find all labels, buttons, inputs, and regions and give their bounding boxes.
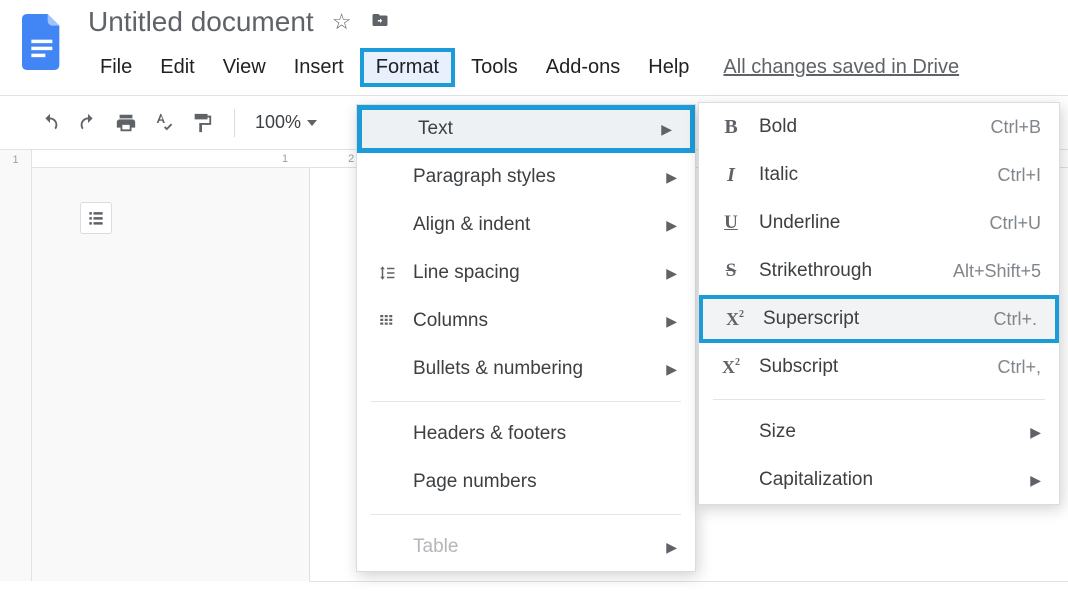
text-capitalization[interactable]: Capitalization ▶ bbox=[699, 456, 1059, 504]
shortcut: Ctrl+B bbox=[990, 117, 1041, 138]
vruler-mark: 1 bbox=[12, 154, 18, 166]
row-label: Line spacing bbox=[413, 262, 652, 284]
menu-view[interactable]: View bbox=[211, 50, 278, 85]
text-size[interactable]: Size ▶ bbox=[699, 408, 1059, 456]
row-label: Bold bbox=[759, 116, 976, 138]
format-line-spacing[interactable]: Line spacing ▶ bbox=[357, 249, 695, 297]
print-icon[interactable] bbox=[114, 111, 138, 135]
shortcut: Ctrl+U bbox=[989, 213, 1041, 234]
star-icon[interactable]: ☆ bbox=[332, 9, 352, 35]
row-label: Capitalization bbox=[759, 469, 1016, 491]
chevron-down-icon bbox=[307, 120, 317, 126]
row-label: Subscript bbox=[759, 356, 983, 378]
row-label: Columns bbox=[413, 310, 652, 332]
chevron-right-icon: ▶ bbox=[666, 169, 677, 186]
shortcut: Ctrl+. bbox=[993, 309, 1037, 330]
columns-icon bbox=[375, 312, 399, 330]
chevron-right-icon: ▶ bbox=[666, 313, 677, 330]
format-bullets-numbering[interactable]: Bullets & numbering ▶ bbox=[357, 345, 695, 393]
strikethrough-icon: S bbox=[717, 260, 745, 282]
move-to-folder-icon[interactable] bbox=[369, 11, 391, 34]
text-italic[interactable]: I Italic Ctrl+I bbox=[699, 151, 1059, 199]
chevron-right-icon: ▶ bbox=[661, 121, 672, 138]
chevron-right-icon: ▶ bbox=[666, 361, 677, 378]
spellcheck-icon[interactable] bbox=[152, 111, 176, 135]
row-label: Underline bbox=[759, 212, 975, 234]
toolbar-separator bbox=[234, 109, 235, 137]
row-label: Bullets & numbering bbox=[413, 358, 652, 380]
menu-edit[interactable]: Edit bbox=[148, 50, 206, 85]
format-text[interactable]: Text ▶ bbox=[357, 105, 695, 153]
redo-icon[interactable] bbox=[76, 111, 100, 135]
row-label: Align & indent bbox=[413, 214, 652, 236]
menu-separator bbox=[713, 399, 1045, 400]
format-text-label: Text bbox=[418, 118, 647, 140]
row-label: Italic bbox=[759, 164, 983, 186]
text-bold[interactable]: B Bold Ctrl+B bbox=[699, 103, 1059, 151]
row-label: Table bbox=[413, 536, 652, 558]
hruler-mark: 1 bbox=[282, 153, 288, 165]
shortcut: Ctrl+I bbox=[997, 165, 1041, 186]
doc-title[interactable]: Untitled document bbox=[88, 6, 314, 38]
chevron-right-icon: ▶ bbox=[1030, 472, 1041, 489]
row-label: Superscript bbox=[763, 308, 979, 330]
row-label: Paragraph styles bbox=[413, 166, 652, 188]
save-status[interactable]: All changes saved in Drive bbox=[723, 56, 959, 79]
superscript-icon: X2 bbox=[721, 309, 749, 330]
shortcut: Ctrl+, bbox=[997, 357, 1041, 378]
undo-icon[interactable] bbox=[38, 111, 62, 135]
hruler-mark: 2 bbox=[348, 153, 354, 165]
format-paragraph-styles[interactable]: Paragraph styles ▶ bbox=[357, 153, 695, 201]
text-subscript[interactable]: X2 Subscript Ctrl+, bbox=[699, 343, 1059, 391]
format-page-numbers[interactable]: Page numbers bbox=[357, 458, 695, 506]
chevron-right-icon: ▶ bbox=[666, 539, 677, 556]
row-label: Headers & footers bbox=[413, 423, 677, 445]
menu-insert[interactable]: Insert bbox=[282, 50, 356, 85]
row-label: Size bbox=[759, 421, 1016, 443]
menu-separator bbox=[371, 514, 681, 515]
document-outline-button[interactable] bbox=[80, 202, 112, 234]
text-underline[interactable]: U Underline Ctrl+U bbox=[699, 199, 1059, 247]
text-superscript[interactable]: X2 Superscript Ctrl+. bbox=[699, 295, 1059, 343]
chevron-right-icon: ▶ bbox=[666, 217, 677, 234]
menu-format[interactable]: Format bbox=[360, 48, 455, 87]
format-table: Table ▶ bbox=[357, 523, 695, 571]
text-submenu: B Bold Ctrl+B I Italic Ctrl+I U Underlin… bbox=[698, 102, 1060, 505]
subscript-icon: X2 bbox=[717, 357, 745, 378]
zoom-value: 100% bbox=[255, 112, 301, 133]
chevron-right-icon: ▶ bbox=[666, 265, 677, 282]
text-strikethrough[interactable]: S Strikethrough Alt+Shift+5 bbox=[699, 247, 1059, 295]
chevron-right-icon: ▶ bbox=[1030, 424, 1041, 441]
menu-addons[interactable]: Add-ons bbox=[534, 50, 633, 85]
underline-icon: U bbox=[717, 212, 745, 234]
shortcut: Alt+Shift+5 bbox=[953, 261, 1041, 282]
menu-file[interactable]: File bbox=[88, 50, 144, 85]
menu-bar: File Edit View Insert Format Tools Add-o… bbox=[88, 48, 959, 87]
menu-help[interactable]: Help bbox=[636, 50, 701, 85]
line-spacing-icon bbox=[375, 264, 399, 282]
italic-icon: I bbox=[717, 164, 745, 187]
row-label: Page numbers bbox=[413, 471, 677, 493]
menu-separator bbox=[371, 401, 681, 402]
format-align-indent[interactable]: Align & indent ▶ bbox=[357, 201, 695, 249]
zoom-selector[interactable]: 100% bbox=[255, 112, 317, 133]
bold-icon: B bbox=[717, 116, 745, 139]
paint-format-icon[interactable] bbox=[190, 111, 214, 135]
row-label: Strikethrough bbox=[759, 260, 939, 282]
format-dropdown: Text ▶ Paragraph styles ▶ Align & indent… bbox=[356, 104, 696, 572]
format-headers-footers[interactable]: Headers & footers bbox=[357, 410, 695, 458]
docs-logo[interactable] bbox=[16, 6, 70, 78]
menu-tools[interactable]: Tools bbox=[459, 50, 530, 85]
vertical-ruler: 1 bbox=[0, 150, 32, 581]
format-columns[interactable]: Columns ▶ bbox=[357, 297, 695, 345]
